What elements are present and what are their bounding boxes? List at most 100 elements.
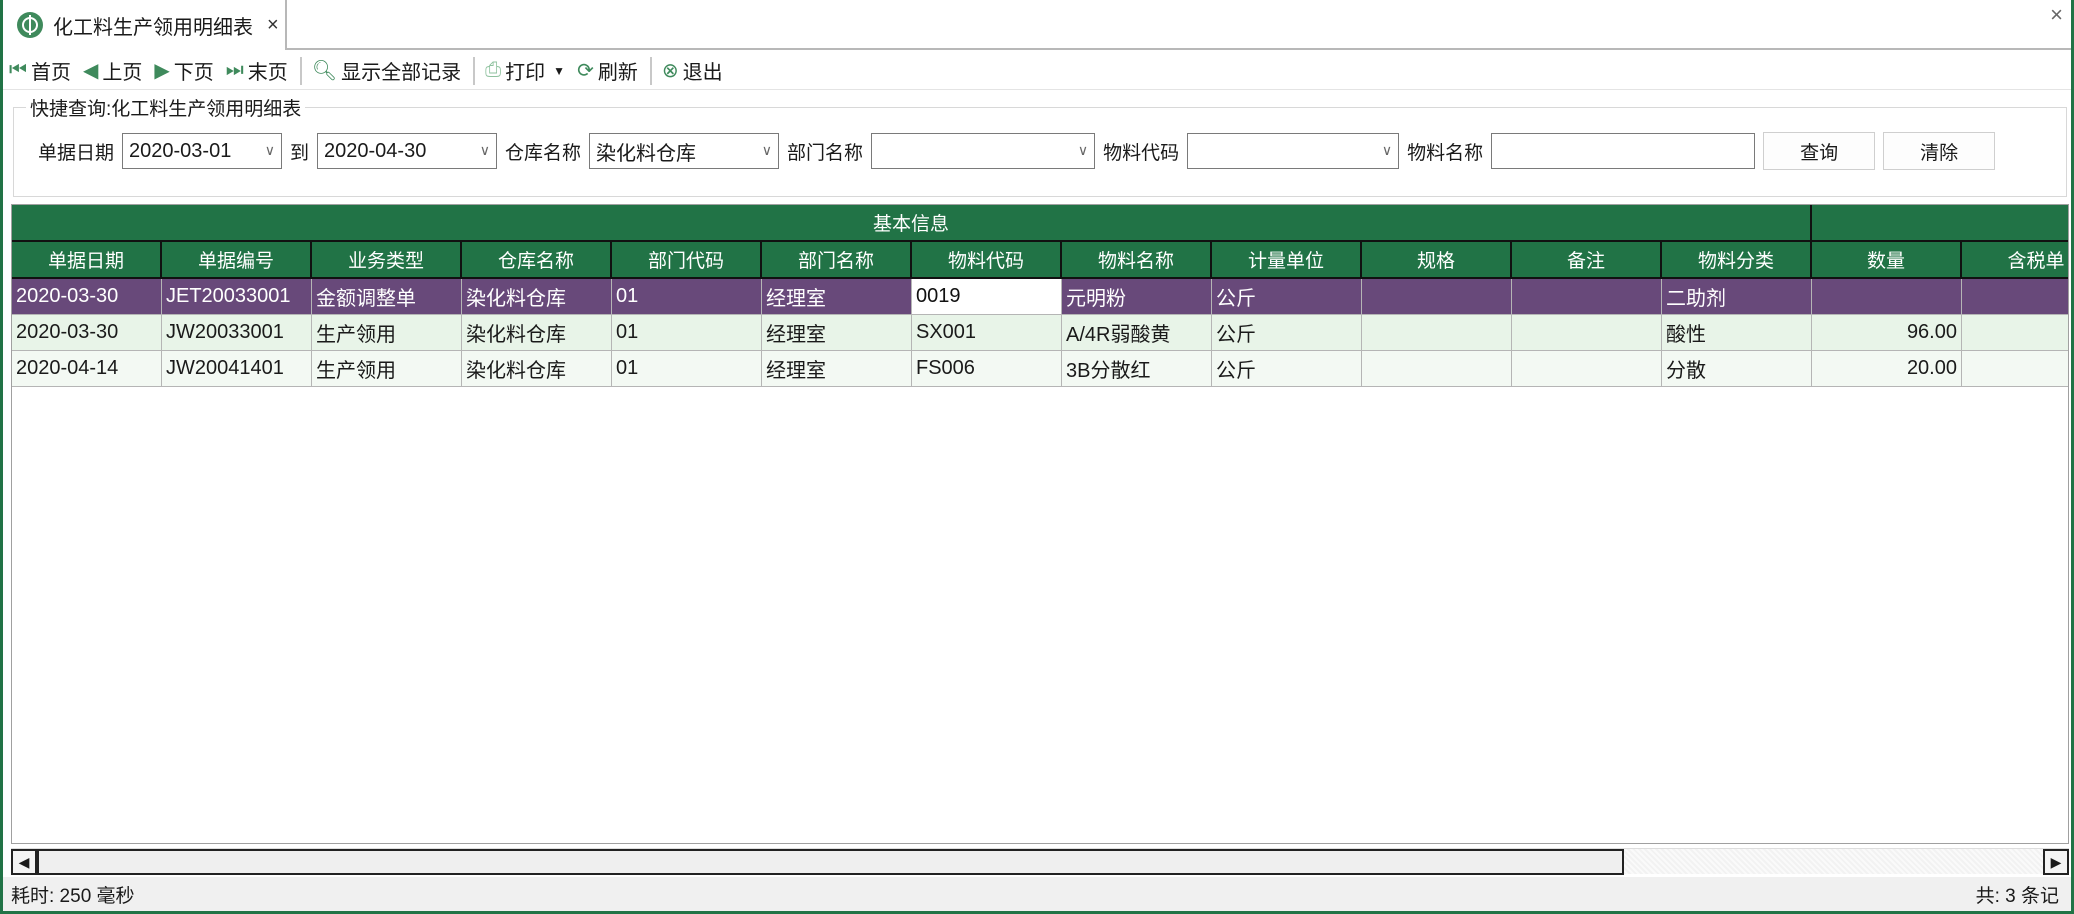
- table-row[interactable]: 2020-03-30 JET20033001 金额调整单 染化料仓库 01 经理室 0019…: [12, 279, 2068, 315]
- last-page-button[interactable]: ⏭ 末页: [226, 56, 288, 85]
- table-cell[interactable]: 2020-04-14: [12, 351, 162, 387]
- table-cell[interactable]: [1962, 279, 2068, 315]
- table-cell[interactable]: 01: [612, 279, 762, 315]
- column-header[interactable]: 物料名称: [1062, 242, 1212, 279]
- date-label: 单据日期: [38, 142, 115, 164]
- prev-page-icon: ◀: [83, 60, 99, 82]
- table-cell[interactable]: 01: [612, 351, 762, 387]
- column-header[interactable]: 物料代码: [912, 242, 1062, 279]
- prev-page-button[interactable]: ◀ 上页: [83, 56, 142, 85]
- table-cell[interactable]: JW20041401: [162, 351, 312, 387]
- printer-icon: ⎙: [485, 59, 502, 81]
- show-all-button[interactable]: 🔍︎ 显示全部记录: [312, 56, 461, 85]
- table-cell[interactable]: SX001: [912, 315, 1062, 351]
- data-grid[interactable]: 基本信息 单据日期 单据编号 业务类型 仓库名称 部门代码 部门名称 物料代码 物料名称 计量单…: [11, 204, 2069, 844]
- chevron-down-icon: ∨: [264, 142, 276, 158]
- window-close-icon[interactable]: ×: [2050, 2, 2063, 28]
- column-header[interactable]: 部门代码: [612, 242, 762, 279]
- table-cell[interactable]: FS006: [912, 351, 1062, 387]
- quick-query-group: 快捷查询:化工料生产领用明细表 单据日期 2020-03-01 ∨ 到 2020-…: [13, 94, 2067, 197]
- clear-button[interactable]: 清除: [1883, 132, 1996, 170]
- table-cell[interactable]: [1512, 279, 1662, 315]
- table-cell[interactable]: [1362, 351, 1512, 387]
- exit-button[interactable]: ⊗ 退出: [662, 56, 723, 85]
- column-header[interactable]: 备注: [1512, 242, 1662, 279]
- scroll-left-button[interactable]: ◀: [11, 849, 37, 875]
- column-header[interactable]: 部门名称: [762, 242, 912, 279]
- table-cell[interactable]: 染化料仓库: [462, 315, 612, 351]
- table-cell[interactable]: 生产领用: [312, 351, 462, 387]
- table-cell[interactable]: 元明粉: [1062, 279, 1212, 315]
- refresh-button[interactable]: ⟳ 刷新: [577, 56, 638, 85]
- warehouse-select[interactable]: 染化料仓库 ∨: [589, 133, 780, 169]
- date-to-picker[interactable]: 2020-04-30 ∨: [317, 133, 498, 169]
- table-cell[interactable]: 经理室: [762, 351, 912, 387]
- table-cell[interactable]: 染化料仓库: [462, 279, 612, 315]
- table-cell[interactable]: 二助剂: [1662, 279, 1812, 315]
- status-bar: 耗时: 250 毫秒 共: 3 条记: [3, 877, 2071, 911]
- column-header[interactable]: 业务类型: [312, 242, 462, 279]
- table-cell[interactable]: 经理室: [762, 315, 912, 351]
- column-header[interactable]: 物料分类: [1662, 242, 1812, 279]
- print-button[interactable]: ⎙ 打印 ▼: [485, 56, 565, 85]
- table-cell[interactable]: 3B分散红: [1062, 351, 1212, 387]
- horizontal-scrollbar[interactable]: ◀ ▶: [11, 848, 2069, 875]
- tab-title: 化工料生产领用明细表: [53, 16, 253, 39]
- table-cell[interactable]: 96.00: [1812, 315, 1962, 351]
- column-header[interactable]: 单据日期: [12, 242, 162, 279]
- table-cell[interactable]: 公斤: [1212, 315, 1362, 351]
- record-count: 共: 3 条记: [1975, 885, 2059, 907]
- material-name-input[interactable]: [1491, 133, 1756, 169]
- table-cell[interactable]: A/4R弱酸黄: [1062, 315, 1212, 351]
- column-header[interactable]: 单据编号: [162, 242, 312, 279]
- table-row[interactable]: 2020-03-30 JW20033001 生产领用 染化料仓库 01 经理室 SX001 A…: [12, 315, 2068, 351]
- chevron-down-icon[interactable]: ▼: [553, 64, 565, 78]
- table-row[interactable]: 2020-04-14 JW20041401 生产领用 染化料仓库 01 经理室 FS006 3…: [12, 351, 2068, 387]
- table-cell[interactable]: 17.6: [1962, 351, 2068, 387]
- table-cell[interactable]: 经理室: [762, 279, 912, 315]
- dept-select[interactable]: ∨: [871, 133, 1096, 169]
- table-cell[interactable]: 公斤: [1212, 279, 1362, 315]
- table-cell[interactable]: 生产领用: [312, 315, 462, 351]
- chevron-down-icon: ∨: [1381, 142, 1393, 158]
- table-cell[interactable]: [1512, 351, 1662, 387]
- table-cell[interactable]: [1362, 315, 1512, 351]
- table-cell[interactable]: 公斤: [1212, 351, 1362, 387]
- table-cell[interactable]: 金额调整单: [312, 279, 462, 315]
- elapsed-time: 耗时: 250 毫秒: [11, 885, 135, 907]
- material-code-select[interactable]: ∨: [1187, 133, 1400, 169]
- table-cell[interactable]: 20.00: [1812, 351, 1962, 387]
- tab-close-icon[interactable]: ×: [267, 14, 279, 37]
- table-cell[interactable]: [1812, 279, 1962, 315]
- column-header[interactable]: 规格: [1362, 242, 1512, 279]
- chevron-down-icon: ∨: [761, 142, 773, 158]
- table-cell[interactable]: 分散: [1662, 351, 1812, 387]
- table-cell[interactable]: 2020-03-30: [12, 279, 162, 315]
- table-cell[interactable]: JET20033001: [162, 279, 312, 315]
- tab-report[interactable]: 化工料生产领用明细表 ×: [3, 0, 287, 50]
- table-cell[interactable]: 01: [612, 315, 762, 351]
- table-cell[interactable]: [1362, 279, 1512, 315]
- next-page-button[interactable]: ▶ 下页: [154, 56, 213, 85]
- table-cell[interactable]: 0019: [912, 279, 1062, 315]
- last-page-icon: ⏭: [225, 59, 244, 81]
- table-cell[interactable]: [1512, 315, 1662, 351]
- column-header[interactable]: 数量: [1812, 242, 1962, 279]
- scroll-thumb[interactable]: [37, 849, 1624, 875]
- table-cell[interactable]: 2020-03-30: [12, 315, 162, 351]
- table-cell[interactable]: 染化料仓库: [462, 351, 612, 387]
- date-from-picker[interactable]: 2020-03-01 ∨: [122, 133, 283, 169]
- column-header[interactable]: 含税单: [1962, 242, 2068, 279]
- first-page-button[interactable]: ⏮ 首页: [9, 56, 71, 85]
- toolbar: ⏮ 首页 ◀ 上页 ▶ 下页 ⏭ 末页 🔍︎ 显示全部记录 ⎙ 打印 ▼ ⟳ 刷新 ⊗ 退出: [3, 52, 2071, 90]
- table-cell[interactable]: 酸性: [1662, 315, 1812, 351]
- header-group-2: [1812, 205, 2068, 242]
- query-row: 单据日期 2020-03-01 ∨ 到 2020-04-30 ∨ 仓库名称 染化料仓…: [38, 132, 2003, 170]
- table-cell[interactable]: 48.6: [1962, 315, 2068, 351]
- search-button[interactable]: 查询: [1763, 132, 1876, 170]
- table-cell[interactable]: JW20033001: [162, 315, 312, 351]
- column-header[interactable]: 仓库名称: [462, 242, 612, 279]
- scroll-right-button[interactable]: ▶: [2043, 849, 2069, 875]
- column-header[interactable]: 计量单位: [1212, 242, 1362, 279]
- header-row: 单据日期 单据编号 业务类型 仓库名称 部门代码 部门名称 物料代码 物料名称 计量单位 规格 备注…: [12, 242, 2068, 279]
